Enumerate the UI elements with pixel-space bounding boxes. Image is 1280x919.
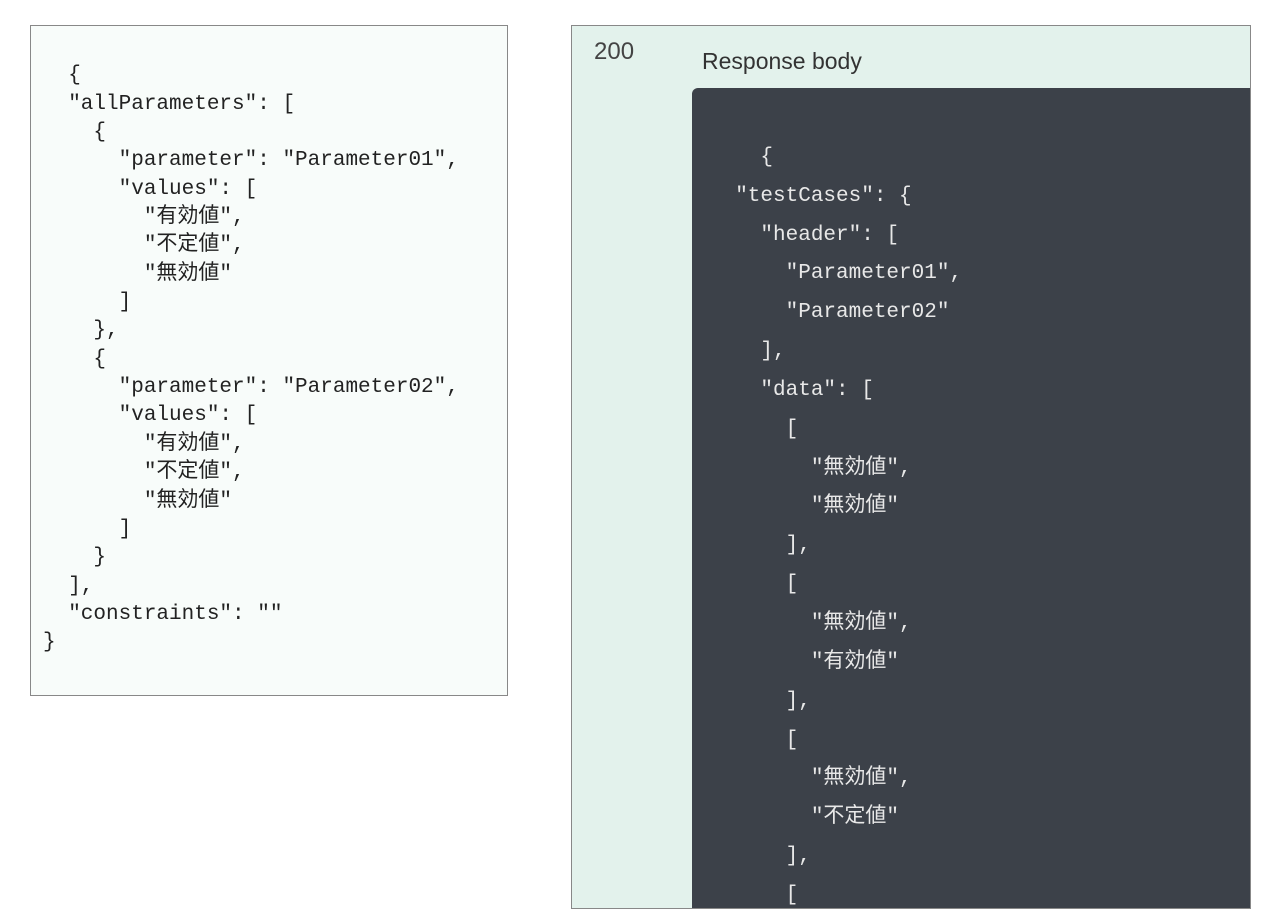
response-json-content: { "testCases": { "header": [ "Parameter0… — [710, 146, 962, 908]
response-body-label: Response body — [702, 48, 862, 75]
response-panel: 200 Response body { "testCases": { "head… — [571, 25, 1251, 909]
request-json-panel: { "allParameters": [ { "parameter": "Par… — [30, 25, 508, 696]
status-code: 200 — [594, 38, 634, 66]
response-body-content: { "testCases": { "header": [ "Parameter0… — [692, 88, 1250, 908]
request-json-content: { "allParameters": [ { "parameter": "Par… — [43, 64, 459, 654]
